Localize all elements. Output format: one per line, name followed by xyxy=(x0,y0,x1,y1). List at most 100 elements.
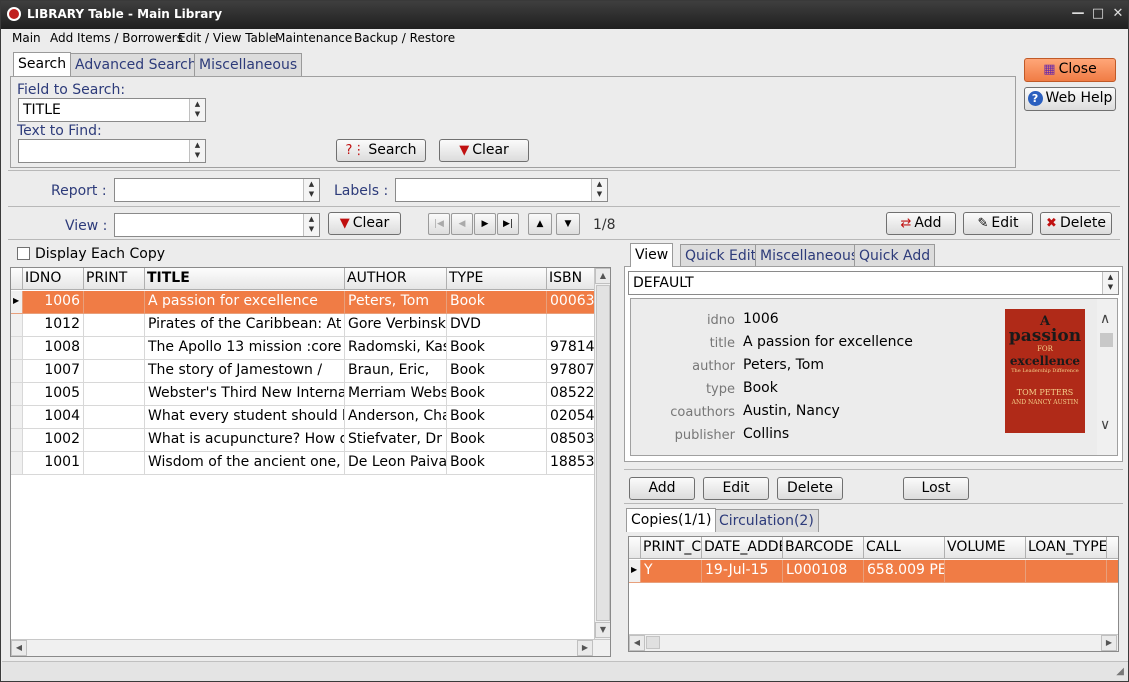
cell-print[interactable] xyxy=(84,360,145,383)
cell-type[interactable]: Book xyxy=(447,452,547,475)
first-record-icon[interactable]: |◀ xyxy=(428,213,450,235)
cell-type[interactable]: Book xyxy=(447,291,547,314)
tab-miscellaneous-search[interactable]: Miscellaneous xyxy=(194,53,303,76)
tab-search[interactable]: Search xyxy=(13,52,72,76)
cell-title[interactable]: What is acupuncture? How do xyxy=(145,429,345,452)
scroll-down-icon[interactable]: ∨ xyxy=(1100,417,1110,433)
cell-loan-type[interactable] xyxy=(1026,560,1107,583)
column-header-isbn[interactable]: ISBN xyxy=(547,268,595,290)
edit-record-button[interactable]: ✎ Edit xyxy=(963,212,1033,235)
cell-print[interactable] xyxy=(84,383,145,406)
cell-date-added[interactable]: 19-Jul-15 xyxy=(702,560,783,583)
row-indicator[interactable]: ▶ xyxy=(629,560,641,583)
cell-title[interactable]: What every student should kn xyxy=(145,406,345,429)
row-indicator[interactable] xyxy=(11,360,23,383)
cell-author[interactable]: Peters, Tom xyxy=(345,291,447,314)
minimize-icon[interactable]: — xyxy=(1069,5,1087,23)
cell-isbn[interactable]: 085032 xyxy=(547,429,595,452)
resize-grip-icon[interactable]: ◢ xyxy=(1116,666,1124,677)
add-copy-button[interactable]: Add xyxy=(629,477,695,500)
row-indicator[interactable] xyxy=(11,452,23,475)
tab-view[interactable]: View xyxy=(630,243,674,267)
column-header-volume[interactable]: VOLUME xyxy=(945,537,1026,559)
scroll-thumb[interactable] xyxy=(1100,333,1113,347)
edit-copy-button[interactable]: Edit xyxy=(703,477,769,500)
view-select[interactable]: ▲ ▼ xyxy=(114,213,320,237)
tab-circulation[interactable]: Circulation(2) xyxy=(714,509,819,532)
close-button[interactable]: ▦ Close xyxy=(1024,58,1116,82)
spin-icon[interactable]: ▲ ▼ xyxy=(189,99,205,121)
cell-barcode[interactable]: L000108 xyxy=(783,560,864,583)
display-each-copy-checkbox[interactable] xyxy=(17,247,30,260)
cell-volume[interactable] xyxy=(945,560,1026,583)
cell-idno[interactable]: 1008 xyxy=(23,337,84,360)
scroll-right-icon[interactable]: ▶ xyxy=(577,640,593,656)
tab-advanced-search[interactable]: Advanced Search xyxy=(70,53,202,76)
search-button[interactable]: ?⋮ Search xyxy=(336,139,426,162)
menu-edit-view[interactable]: Edit / View Table xyxy=(178,31,276,45)
cell-idno[interactable]: 1004 xyxy=(23,406,84,429)
menu-main[interactable]: Main xyxy=(12,31,41,45)
report-select[interactable]: ▲ ▼ xyxy=(114,178,320,202)
column-header-print-c[interactable]: PRINT_C xyxy=(641,537,702,559)
items-vertical-scrollbar[interactable]: ▲ ▼ xyxy=(594,268,610,640)
scroll-right-icon[interactable]: ▶ xyxy=(1101,635,1117,651)
column-header-type[interactable]: TYPE xyxy=(447,268,547,290)
cell-title[interactable]: The story of Jamestown / xyxy=(145,360,345,383)
spin-icon[interactable]: ▲ ▼ xyxy=(1102,272,1118,294)
scroll-up-icon[interactable]: ∧ xyxy=(1100,311,1110,327)
column-header-author[interactable]: AUTHOR xyxy=(345,268,447,290)
cell-print[interactable] xyxy=(84,429,145,452)
scroll-left-icon[interactable]: ◀ xyxy=(11,640,27,656)
cell-isbn[interactable]: 020549 xyxy=(547,406,595,429)
cell-print[interactable] xyxy=(84,337,145,360)
close-window-icon[interactable]: ✕ xyxy=(1109,5,1127,23)
cell-isbn[interactable]: 978147 xyxy=(547,337,595,360)
copies-horizontal-scrollbar[interactable]: ◀ ▶ xyxy=(629,634,1118,651)
cell-idno[interactable]: 1012 xyxy=(23,314,84,337)
spin-icon[interactable]: ▲ ▼ xyxy=(591,179,607,201)
cell-isbn[interactable]: 188539 xyxy=(547,452,595,475)
cell-isbn[interactable]: 085229 xyxy=(547,383,595,406)
spin-icon[interactable]: ▲ ▼ xyxy=(303,214,319,236)
cell-author[interactable]: Radomski, Kas xyxy=(345,337,447,360)
cell-print[interactable] xyxy=(84,406,145,429)
menu-maintenance[interactable]: Maintenance xyxy=(275,31,352,45)
cell-type[interactable]: DVD xyxy=(447,314,547,337)
text-to-find-input[interactable]: ▲ ▼ xyxy=(18,139,206,163)
column-header-title[interactable]: TITLE xyxy=(145,268,345,290)
cell-author[interactable]: Gore Verbinski xyxy=(345,314,447,337)
detail-scrollbar[interactable]: ∧ ∨ xyxy=(1097,299,1117,455)
cell-idno[interactable]: 1002 xyxy=(23,429,84,452)
cell-idno[interactable]: 1001 xyxy=(23,452,84,475)
cell-author[interactable]: Braun, Eric, xyxy=(345,360,447,383)
web-help-button[interactable]: ? Web Help xyxy=(1024,87,1116,111)
cell-author[interactable]: De Leon Paiva, xyxy=(345,452,447,475)
labels-select[interactable]: ▲ ▼ xyxy=(395,178,608,202)
cell-print[interactable] xyxy=(84,314,145,337)
previous-record-icon[interactable]: ◀ xyxy=(451,213,473,235)
cell-title[interactable]: Pirates of the Caribbean: At W xyxy=(145,314,345,337)
move-down-icon[interactable]: ▼ xyxy=(556,213,580,235)
cell-type[interactable]: Book xyxy=(447,337,547,360)
tab-copies[interactable]: Copies(1/1) xyxy=(626,508,717,532)
cell-idno[interactable]: 1006 xyxy=(23,291,84,314)
row-indicator[interactable] xyxy=(11,383,23,406)
scroll-down-icon[interactable]: ▼ xyxy=(595,622,610,638)
tab-quick-edit[interactable]: Quick Edit xyxy=(680,244,762,267)
detail-view-select[interactable]: DEFAULT ▲ ▼ xyxy=(628,271,1119,295)
cell-type[interactable]: Book xyxy=(447,406,547,429)
cell-isbn[interactable]: 000631 xyxy=(547,291,595,314)
row-indicator[interactable] xyxy=(11,314,23,337)
items-horizontal-scrollbar[interactable]: ◀ ▶ xyxy=(11,639,610,656)
spin-icon[interactable]: ▲ ▼ xyxy=(189,140,205,162)
scroll-thumb[interactable] xyxy=(596,285,610,621)
cell-title[interactable]: Wisdom of the ancient one, T xyxy=(145,452,345,475)
cell-print-c[interactable]: Y xyxy=(641,560,702,583)
column-header-date-added[interactable]: DATE_ADDE xyxy=(702,537,783,559)
cell-idno[interactable]: 1007 xyxy=(23,360,84,383)
delete-record-button[interactable]: ✖ Delete xyxy=(1040,212,1112,235)
column-header-barcode[interactable]: BARCODE xyxy=(783,537,864,559)
cell-type[interactable]: Book xyxy=(447,383,547,406)
spin-icon[interactable]: ▲ ▼ xyxy=(303,179,319,201)
